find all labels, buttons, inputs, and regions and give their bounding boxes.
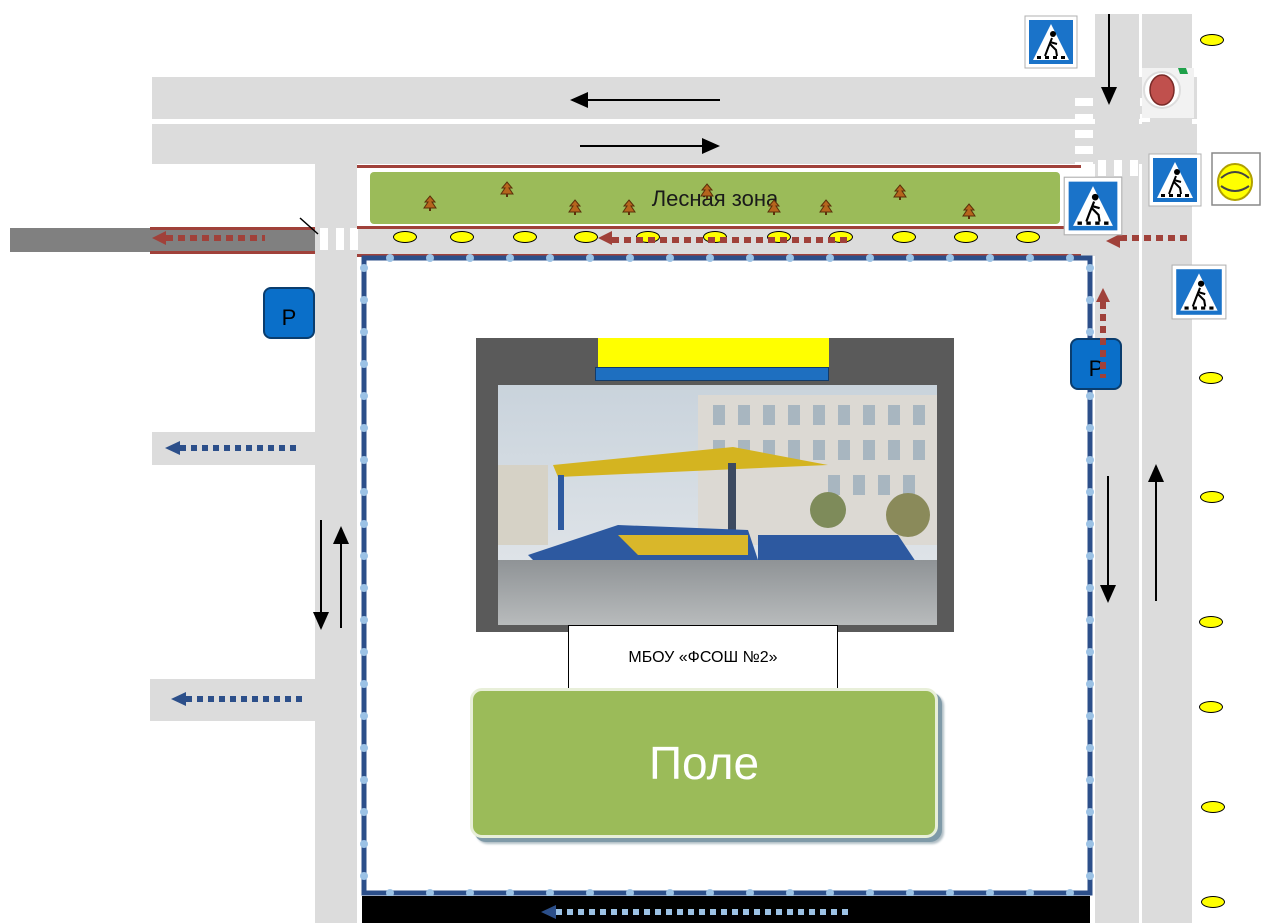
school-route-south [541, 905, 850, 919]
school-route-west-1 [165, 441, 296, 455]
crosswalk-sign-icon [1148, 153, 1202, 207]
danger-route-strip [598, 231, 850, 245]
traffic-light-icon [1211, 152, 1261, 206]
crosswalk-sign-icon [1063, 176, 1123, 236]
crosswalk-sign-icon [1171, 264, 1227, 320]
crosswalk-sign-icon [1024, 15, 1078, 69]
danger-route-north [1096, 288, 1110, 378]
danger-route-west [152, 231, 265, 245]
no-entry-sign-icon [1142, 68, 1194, 118]
routes-layer [152, 14, 1192, 919]
road-marker [299, 217, 319, 235]
school-route-west-2 [171, 692, 304, 706]
